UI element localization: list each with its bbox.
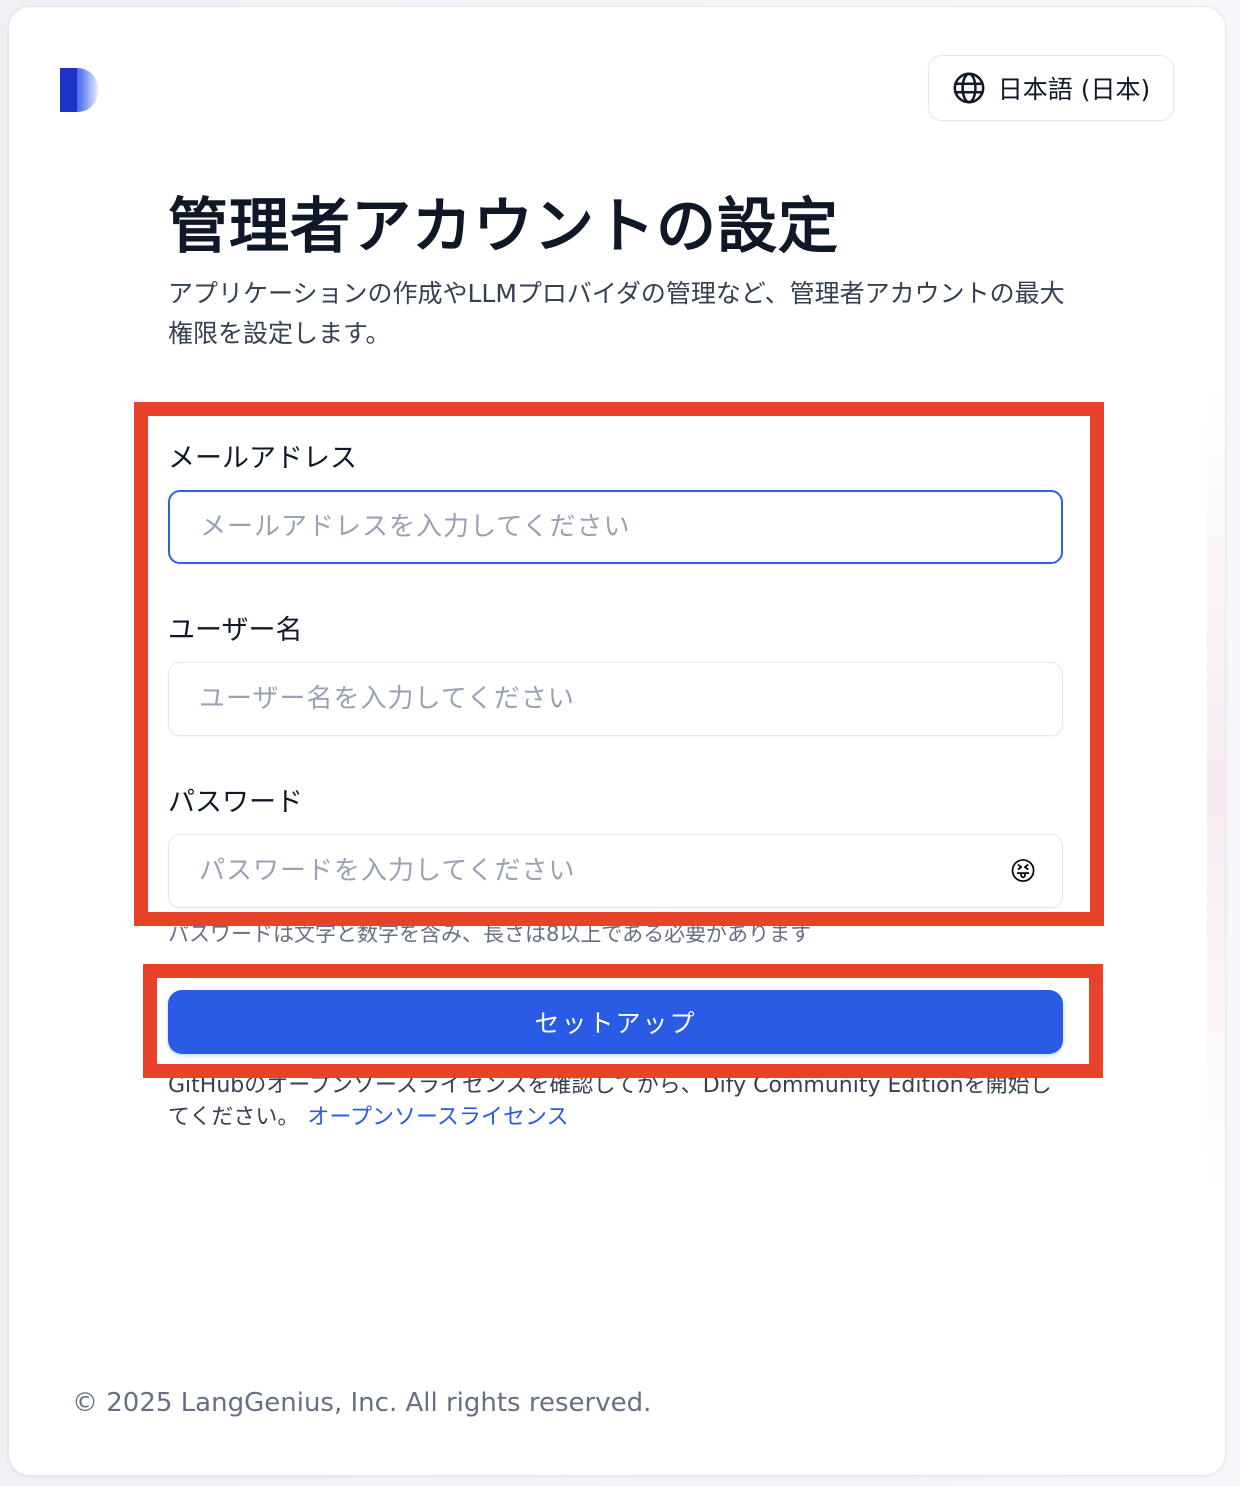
email-input[interactable]: [168, 490, 1063, 564]
license-text: GitHubのオープンソースライセンスを確認してから、Dify Communit…: [168, 1073, 1052, 1130]
email-label: メールアドレス: [168, 443, 357, 474]
open-source-license-link[interactable]: オープンソースライセンス: [307, 1105, 568, 1130]
password-label: パスワード: [168, 787, 303, 818]
dify-logo-icon: [60, 68, 98, 112]
password-hint: パスワードは文字と数字を含み、長さは8以上である必要があります: [168, 922, 812, 946]
page: 日本語 (日本) 管理者アカウントの設定 アプリケーションの作成やLLMプロバイ…: [0, 0, 1240, 1486]
language-selector[interactable]: 日本語 (日本): [928, 55, 1174, 121]
language-label: 日本語 (日本): [997, 75, 1151, 104]
globe-icon: [953, 72, 985, 104]
decorative-glow: [1207, 387, 1225, 1187]
username-label: ユーザー名: [168, 615, 303, 646]
password-input[interactable]: [168, 834, 1063, 908]
username-input[interactable]: [168, 662, 1063, 736]
page-title: 管理者アカウントの設定: [168, 192, 839, 262]
copyright: © 2025 LangGenius, Inc. All rights reser…: [72, 1388, 652, 1418]
page-subtitle: アプリケーションの作成やLLMプロバイダの管理など、管理者アカウントの最大権限を…: [168, 279, 1065, 348]
password-visibility-toggle-icon[interactable]: 😝: [1006, 855, 1040, 889]
license-notice: GitHubのオープンソースライセンスを確認してから、Dify Communit…: [168, 1070, 1068, 1134]
setup-button[interactable]: セットアップ: [168, 990, 1063, 1054]
